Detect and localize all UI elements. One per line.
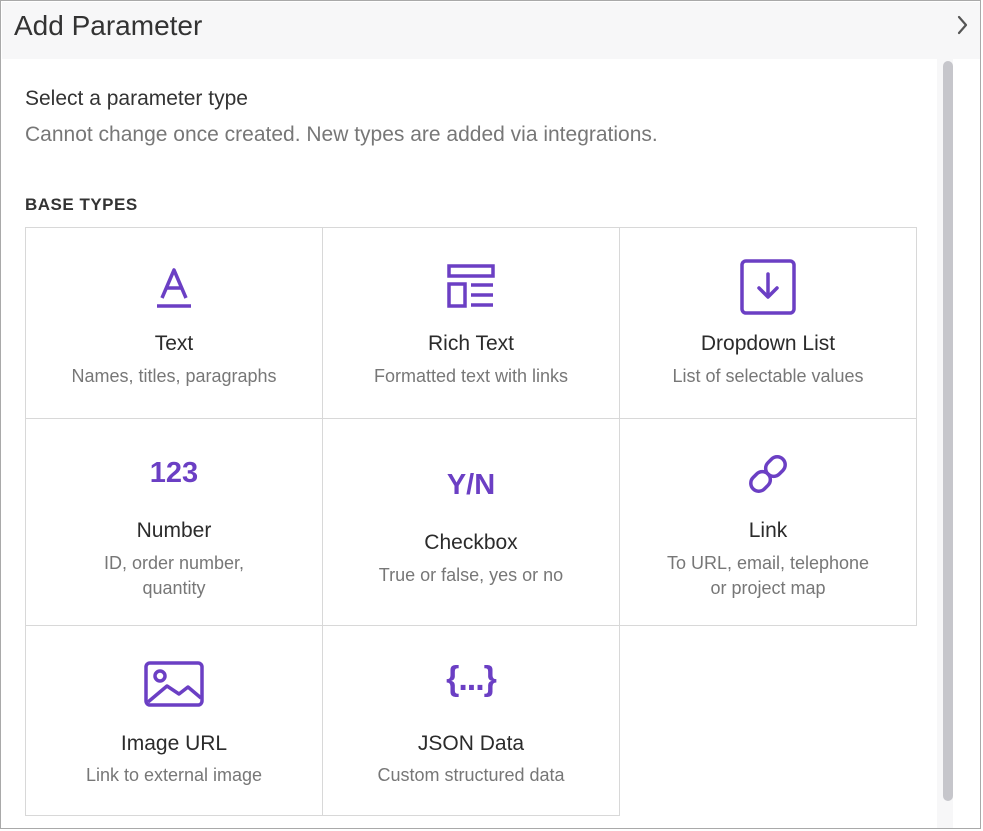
type-tile-dropdown-list[interactable]: Dropdown List List of selectable values bbox=[619, 227, 917, 419]
type-tile-rich-text[interactable]: Rich Text Formatted text with links bbox=[322, 227, 620, 419]
type-description: True or false, yes or no bbox=[378, 565, 564, 585]
intro-subtitle: Cannot change once created. New types ar… bbox=[25, 123, 658, 146]
collapse-panel-button[interactable] bbox=[949, 10, 977, 40]
image-icon bbox=[144, 661, 204, 707]
type-description: Link to external image bbox=[85, 765, 263, 785]
type-title: Dropdown List bbox=[700, 332, 836, 355]
type-description: List of selectable values bbox=[672, 366, 864, 386]
json-icon: {...} bbox=[446, 660, 497, 698]
dropdown-icon bbox=[740, 259, 796, 315]
scrollbar-thumb[interactable] bbox=[943, 61, 953, 801]
type-description: Custom structured data bbox=[377, 765, 565, 785]
type-tile-image-url[interactable]: Image URL Link to external image bbox=[25, 625, 323, 816]
type-tile-text[interactable]: Text Names, titles, paragraphs bbox=[25, 227, 323, 419]
type-description-line: quantity bbox=[142, 578, 206, 598]
type-title: JSON Data bbox=[417, 732, 525, 755]
type-title: Link bbox=[748, 519, 788, 542]
type-tile-json-data[interactable]: {...} JSON Data Custom structured data bbox=[322, 625, 620, 816]
section-label-base-types: BASE TYPES bbox=[25, 195, 138, 214]
intro-title: Select a parameter type bbox=[25, 87, 248, 110]
type-tile-link[interactable]: Link To URL, email, telephone or project… bbox=[619, 418, 917, 626]
chevron-right-icon bbox=[957, 15, 968, 35]
type-description: Formatted text with links bbox=[373, 366, 569, 386]
text-icon bbox=[157, 268, 191, 308]
type-title: Number bbox=[136, 519, 212, 542]
type-description: Names, titles, paragraphs bbox=[71, 366, 277, 386]
checkbox-icon: Y/N bbox=[446, 469, 496, 501]
panel-title: Add Parameter bbox=[14, 10, 203, 41]
add-parameter-panel: Add Parameter Select a parameter type Ca… bbox=[0, 0, 981, 829]
link-icon bbox=[749, 455, 787, 493]
rich-text-icon bbox=[447, 264, 495, 308]
type-title: Text bbox=[154, 332, 194, 355]
type-title: Rich Text bbox=[428, 332, 514, 355]
type-description-line: To URL, email, telephone bbox=[666, 553, 870, 573]
panel-header: Add Parameter bbox=[2, 2, 980, 59]
type-description-line: or project map bbox=[710, 578, 826, 598]
type-title: Checkbox bbox=[424, 531, 518, 554]
type-tile-number[interactable]: 123 Number ID, order number, quantity bbox=[25, 418, 323, 626]
type-description-line: ID, order number, bbox=[103, 553, 245, 573]
number-icon: 123 bbox=[149, 457, 199, 489]
type-title: Image URL bbox=[120, 732, 228, 755]
type-tile-checkbox[interactable]: Y/N Checkbox True or false, yes or no bbox=[322, 418, 620, 626]
